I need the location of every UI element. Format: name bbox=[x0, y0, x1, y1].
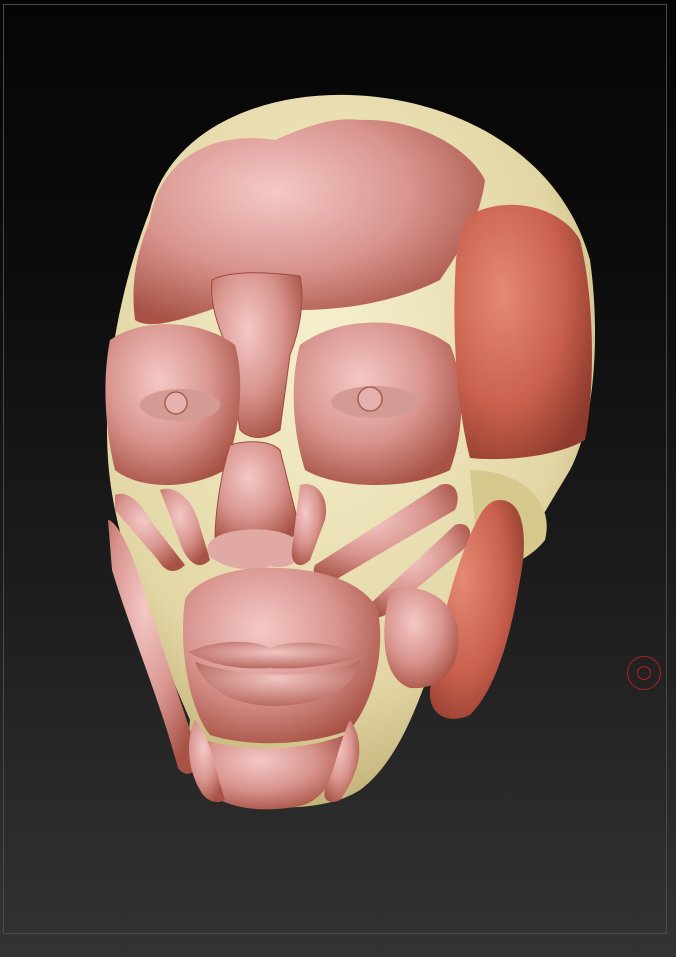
iris-left bbox=[164, 391, 188, 415]
rotation-pivot-center-icon bbox=[637, 666, 651, 680]
rotation-pivot-icon[interactable] bbox=[627, 656, 661, 690]
sculpt-viewport[interactable] bbox=[0, 0, 676, 957]
temporalis-muscle bbox=[454, 204, 592, 460]
nose-tip bbox=[207, 529, 301, 570]
head-muscle-model[interactable] bbox=[0, 0, 676, 957]
iris-right bbox=[357, 386, 383, 412]
